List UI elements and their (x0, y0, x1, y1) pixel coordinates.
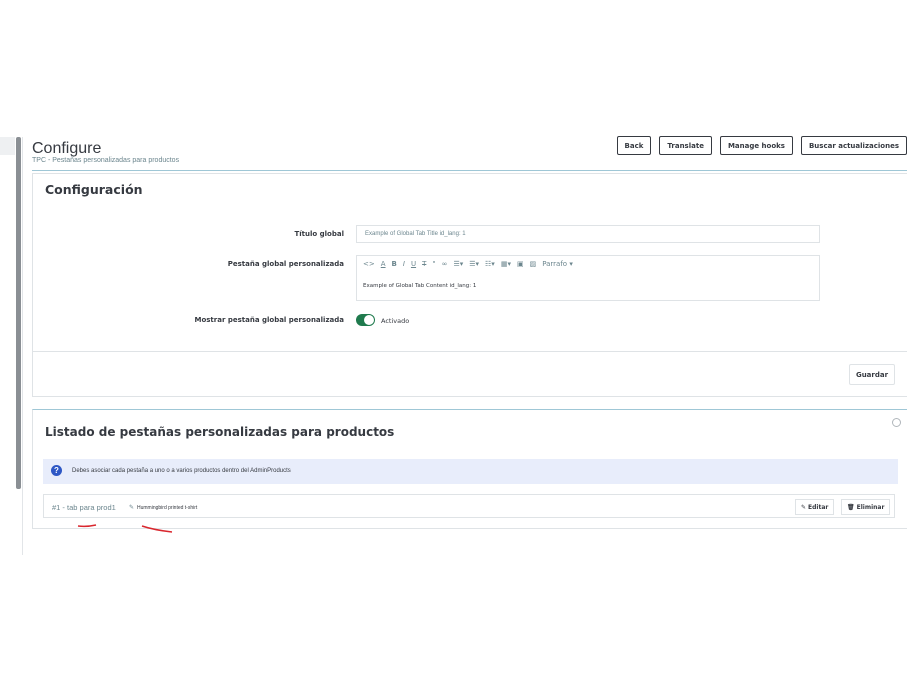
global-tab-label: Pestaña global personalizada (227, 260, 344, 268)
trash-icon: 🗑 (847, 503, 855, 511)
bullet-list-icon[interactable]: ☰▾ (469, 260, 479, 268)
underline-icon[interactable]: U (411, 260, 416, 268)
text-color-icon[interactable]: A (381, 260, 386, 268)
paragraph-style-select[interactable]: Parrafo ▾ (542, 260, 573, 268)
tag-icon: ✎ (129, 505, 135, 511)
edit-label: Editar (808, 503, 829, 511)
annotation-underline-2 (141, 525, 173, 533)
scrollbar[interactable] (16, 137, 21, 489)
sidebar-divider (22, 137, 23, 555)
tabs-list-panel: Listado de pestañas personalizadas para … (32, 409, 907, 529)
list-heading: Listado de pestañas personalizadas para … (45, 425, 395, 439)
page-header: Configure TPC - Pestañas personalizadas … (32, 136, 907, 171)
bold-icon[interactable]: B (392, 260, 397, 268)
italic-icon[interactable]: I (403, 260, 405, 268)
rich-text-editor[interactable]: <> A B I U T " ∞ ☰▾ ☰▾ ☷▾ ▦▾ ▣ ▨ Parrafo… (356, 255, 820, 301)
info-text: Debes asociar cada pestaña a uno o a var… (72, 468, 291, 474)
media-icon[interactable]: ▨ (530, 260, 537, 268)
annotation-underline-1 (77, 524, 97, 528)
annotation-marks (77, 524, 173, 533)
toggle-state-label: Activado (381, 317, 410, 325)
side-panel-tab (0, 137, 15, 155)
gear-icon[interactable] (892, 418, 901, 427)
check-updates-button[interactable]: Buscar actualizaciones (800, 136, 907, 155)
toolbar: Back Translate Manage hooks Buscar actua… (616, 136, 907, 155)
panel-footer-divider (33, 351, 907, 352)
numbered-list-icon[interactable]: ☷▾ (485, 260, 495, 268)
global-title-input[interactable]: Example of Global Tab Title id_lang: 1 (356, 225, 820, 243)
table-icon[interactable]: ▦▾ (501, 260, 511, 268)
edit-icon: ✎ (801, 503, 807, 511)
config-heading: Configuración (45, 182, 143, 197)
delete-button[interactable]: 🗑 Eliminar (841, 499, 891, 515)
edit-button[interactable]: ✎ Editar (795, 499, 835, 515)
strikethrough-icon[interactable]: T (422, 260, 426, 268)
tab-name: #1 - tab para prod1 (52, 503, 116, 512)
show-global-tab-toggle[interactable] (356, 314, 375, 326)
quote-icon[interactable]: " (432, 260, 435, 268)
toggle-knob (364, 315, 374, 325)
info-alert: ? Debes asociar cada pestaña a uno o a v… (43, 459, 898, 484)
product-name: Hummingbird printed t-shirt (137, 505, 198, 511)
manage-hooks-button[interactable]: Manage hooks (719, 136, 793, 155)
delete-label: Eliminar (856, 503, 885, 511)
table-row: #1 - tab para prod1 ✎ Hummingbird printe… (43, 494, 895, 518)
editor-content[interactable]: Example of Global Tab Content id_lang: 1 (363, 283, 476, 289)
link-icon[interactable]: ∞ (442, 260, 448, 268)
save-button[interactable]: Guardar (849, 364, 895, 385)
config-panel: Configuración Título global Example of G… (32, 173, 907, 397)
global-title-label: Título global (294, 230, 344, 238)
source-code-icon[interactable]: <> (363, 260, 375, 268)
image-icon[interactable]: ▣ (517, 260, 524, 268)
back-button[interactable]: Back (616, 136, 652, 155)
page-subtitle: TPC - Pestañas personalizadas para produ… (32, 157, 180, 164)
page-title: Configure (32, 140, 102, 157)
editor-toolbar: <> A B I U T " ∞ ☰▾ ☰▾ ☷▾ ▦▾ ▣ ▨ Parrafo… (363, 260, 573, 268)
question-icon: ? (51, 465, 62, 476)
show-global-tab-label: Mostrar pestaña global personalizada (194, 316, 344, 324)
align-icon[interactable]: ☰▾ (453, 260, 463, 268)
translate-button[interactable]: Translate (659, 136, 712, 155)
